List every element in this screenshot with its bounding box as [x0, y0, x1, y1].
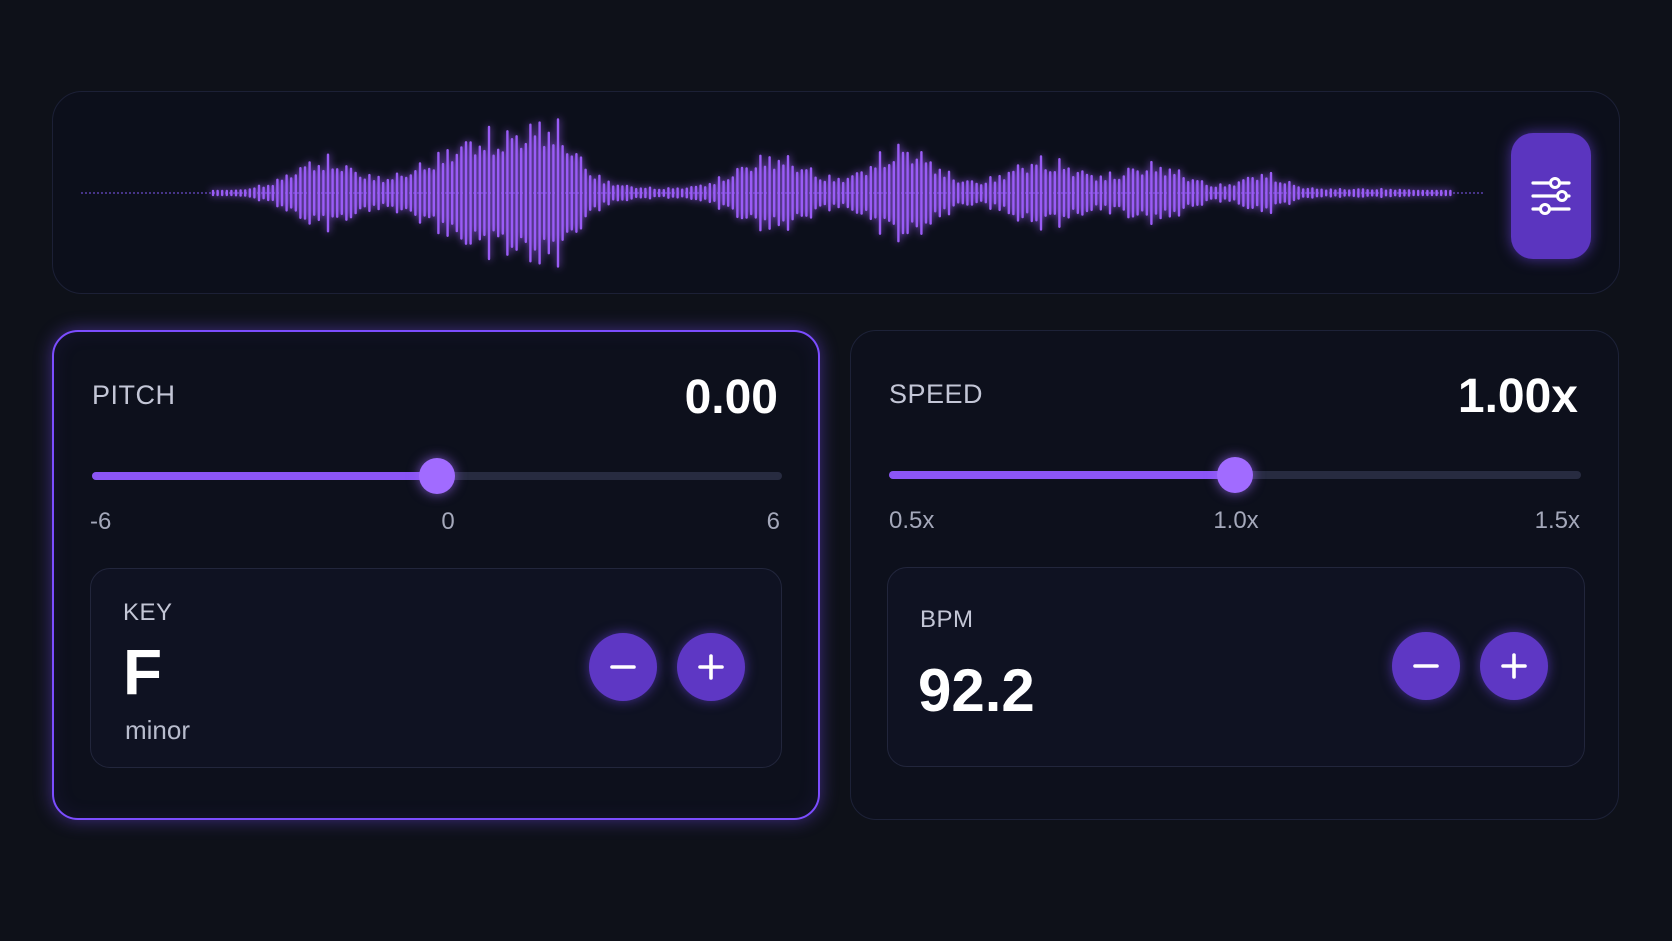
waveform[interactable]: [53, 92, 1621, 295]
audio-editor: PITCH 0.00 -6 0 6 KEY F minor SPEED 1.00…: [0, 0, 1672, 941]
key-label: KEY: [123, 599, 173, 626]
pitch-tick-max: 6: [766, 508, 780, 535]
bpm-value: 92.2: [918, 657, 1035, 724]
speed-slider-thumb[interactable]: [1217, 457, 1253, 493]
key-note: F: [123, 636, 163, 708]
bpm-decrement-button[interactable]: [1392, 632, 1460, 700]
bpm-increment-button[interactable]: [1480, 632, 1548, 700]
speed-slider-fill: [889, 471, 1235, 479]
pitch-card: PITCH 0.00 -6 0 6 KEY F minor: [52, 330, 820, 820]
settings-button[interactable]: [1511, 133, 1591, 259]
pitch-tick-mid: 0: [441, 508, 455, 535]
minus-icon: [1413, 664, 1439, 668]
speed-label: SPEED: [889, 379, 984, 409]
sliders-icon: [1531, 177, 1571, 215]
speed-value: 1.00x: [1457, 370, 1578, 423]
speed-tick-mid: 1.0x: [1213, 507, 1259, 534]
speed-card: SPEED 1.00x 0.5x 1.0x 1.5x BPM 92.2: [850, 330, 1619, 820]
key-panel: KEY F minor: [90, 568, 782, 768]
bpm-label: BPM: [920, 606, 974, 633]
speed-tick-max: 1.5x: [1534, 507, 1580, 534]
pitch-value: 0.00: [684, 371, 778, 424]
speed-tick-min: 0.5x: [889, 507, 935, 534]
plus-icon: [698, 654, 724, 680]
minus-icon: [610, 665, 636, 669]
pitch-slider-thumb[interactable]: [419, 458, 455, 494]
plus-icon: [1501, 653, 1527, 679]
speed-slider[interactable]: [889, 457, 1581, 493]
pitch-label: PITCH: [92, 380, 176, 410]
bpm-panel: BPM 92.2: [887, 567, 1585, 767]
key-increment-button[interactable]: [677, 633, 745, 701]
key-mode: minor: [125, 715, 191, 745]
pitch-tick-min: -6: [90, 508, 112, 535]
pitch-slider-fill: [92, 472, 437, 480]
waveform-panel: [52, 91, 1620, 294]
pitch-slider[interactable]: [92, 458, 782, 494]
key-decrement-button[interactable]: [589, 633, 657, 701]
